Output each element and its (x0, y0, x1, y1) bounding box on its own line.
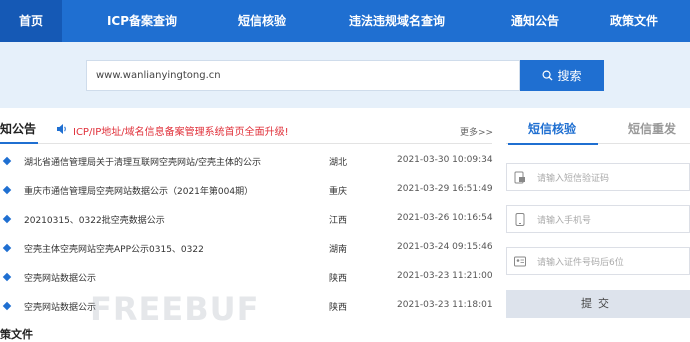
notice-item-location: 重庆 (329, 187, 348, 197)
notice-item-title[interactable]: 空壳主体空壳网站空壳APP公示0315、0322 (24, 242, 204, 255)
list-item[interactable]: 20210315、0322批空壳数据公示 江西 2021-03-26 10:16… (0, 206, 495, 235)
notice-item-location: 湖北 (329, 158, 348, 168)
notice-item-time: 2021-03-23 11:18:01 (397, 300, 493, 310)
tab-sms-verify[interactable]: 短信核验 (507, 120, 599, 145)
notice-item-location: 陕西 (329, 274, 348, 284)
nav-illegal-domain-query[interactable]: 违法违规域名查询 (302, 0, 492, 42)
notice-item-title[interactable]: 20210315、0322批空壳数据公示 (24, 213, 165, 226)
search-icon (542, 70, 554, 81)
bullet-icon (2, 272, 12, 282)
list-item[interactable]: 空壳网站数据公示 陕西 2021-03-23 11:21:00 (0, 264, 495, 293)
more-link[interactable]: 更多>> (460, 125, 493, 138)
tab-sms-resend[interactable]: 短信重发 (628, 120, 676, 137)
top-nav: 首页 ICP备案查询 短信核验 违法违规域名查询 通知公告 政策文件 (0, 0, 690, 42)
nav-notices[interactable]: 通知公告 (492, 0, 578, 42)
sms-code-icon (514, 171, 525, 184)
notice-item-location: 陕西 (329, 303, 348, 313)
nav-home[interactable]: 首页 (0, 0, 62, 42)
list-item[interactable]: 湖北省通信管理局关于清理互联网空壳网站/空壳主体的公示 湖北 2021-03-3… (0, 148, 495, 177)
id-card-icon (514, 256, 526, 267)
bullet-icon (2, 214, 12, 224)
notice-item-title[interactable]: 重庆市通信管理局空壳网站数据公示（2021年第004期） (24, 184, 253, 197)
notice-item-time: 2021-03-26 10:16:54 (397, 213, 493, 223)
phone-placeholder: 请输入手机号 (537, 216, 592, 226)
bullet-icon (2, 301, 12, 311)
search-button-label: 搜索 (557, 69, 582, 83)
id-number-field[interactable]: 请输入证件号码后6位 (506, 247, 690, 275)
notice-item-time: 2021-03-24 09:15:46 (397, 242, 493, 252)
search-band: www.wanlianyingtong.cn 搜索 (0, 42, 690, 108)
notice-item-title[interactable]: 湖北省通信管理局关于清理互联网空壳网站/空壳主体的公示 (24, 155, 261, 168)
phone-field[interactable]: 请输入手机号 (506, 205, 690, 233)
sms-tabs: 短信核验 短信重发 (506, 116, 690, 145)
notice-item-time: 2021-03-30 10:09:34 (397, 155, 493, 165)
search-button[interactable]: 搜索 (520, 60, 604, 91)
nav-icp-query[interactable]: ICP备案查询 (62, 0, 222, 42)
submit-button[interactable]: 提交 (506, 290, 690, 318)
notice-item-time: 2021-03-23 11:21:00 (397, 271, 493, 281)
search-input[interactable]: www.wanlianyingtong.cn (86, 60, 520, 91)
notice-item-title[interactable]: 空壳网站数据公示 (24, 271, 96, 284)
sms-code-placeholder: 请输入短信验证码 (537, 174, 610, 184)
notice-item-time: 2021-03-29 16:51:49 (397, 184, 493, 194)
notice-item-location: 湖南 (329, 245, 348, 255)
notice-item-title[interactable]: 空壳网站数据公示 (24, 300, 96, 313)
notice-marquee[interactable]: ICP/IP地址/域名信息备案管理系统首页全面升级! (73, 123, 289, 138)
sms-code-field[interactable]: 请输入短信验证码 (506, 163, 690, 191)
phone-icon (515, 213, 525, 226)
list-item[interactable]: 重庆市通信管理局空壳网站数据公示（2021年第004期） 重庆 2021-03-… (0, 177, 495, 206)
speaker-icon (57, 124, 66, 134)
notice-item-location: 江西 (329, 216, 348, 226)
bullet-icon (2, 156, 12, 166)
id-number-placeholder: 请输入证件号码后6位 (537, 258, 624, 268)
notice-title: 知公告 (0, 120, 39, 144)
policy-section-heading: 策文件 (0, 328, 33, 341)
bullet-icon (2, 243, 12, 253)
nav-sms-verify[interactable]: 短信核验 (222, 0, 302, 42)
notice-header: 知公告 ICP/IP地址/域名信息备案管理系统首页全面升级! 更多>> (0, 116, 493, 144)
list-item[interactable]: 空壳主体空壳网站空壳APP公示0315、0322 湖南 2021-03-24 0… (0, 235, 495, 264)
bullet-icon (2, 185, 12, 195)
freebuf-watermark: FREEBUF (90, 290, 260, 328)
nav-policy-docs[interactable]: 政策文件 (578, 0, 690, 42)
